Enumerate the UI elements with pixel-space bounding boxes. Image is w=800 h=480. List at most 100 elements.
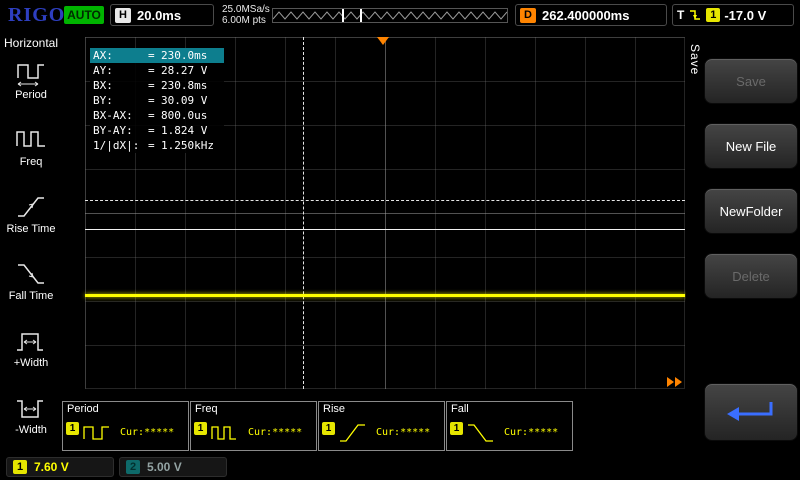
cursor-value: 1.250kHz bbox=[161, 138, 214, 153]
freq-waveform-icon bbox=[210, 420, 240, 446]
memory-depth: 6.00M pts bbox=[222, 15, 270, 26]
delay-value: 262.400000ms bbox=[542, 8, 629, 23]
sidebar-title: Horizontal bbox=[0, 30, 62, 50]
channel1-badge: 1 bbox=[13, 460, 27, 474]
cursor-row-byay: BY-AY: = 1.824 V bbox=[90, 123, 224, 138]
cursor-value: 230.0ms bbox=[161, 48, 207, 63]
sidebar-item-period[interactable]: Period bbox=[0, 58, 62, 101]
sidebar-item-label: Fall Time bbox=[0, 290, 62, 302]
cursor-value: 30.09 V bbox=[161, 93, 207, 108]
cursor-line-ax-bx[interactable] bbox=[303, 37, 304, 389]
cursor-row-ay: AY: = 28.27 V bbox=[90, 63, 224, 78]
measurement-title: Rise bbox=[323, 403, 345, 415]
sidebar-item-freq[interactable]: Freq bbox=[0, 125, 62, 168]
measurement-panel-period: Period 1 Cur:***** Avg:***** Max:***** M… bbox=[62, 401, 189, 451]
sidebar-item-label: Freq bbox=[0, 156, 62, 168]
equals-sign: = bbox=[148, 48, 161, 63]
cursor-row-bx: BX: = 230.8ms bbox=[90, 78, 224, 93]
grid-center-horizontal bbox=[85, 213, 685, 214]
channel-status-bar: 1 7.60 V 2 5.00 V bbox=[0, 455, 800, 480]
trigger-level-offscreen-indicator bbox=[667, 377, 682, 387]
equals-sign: = bbox=[148, 108, 161, 123]
run-status-badge: AUTO bbox=[64, 6, 104, 24]
sidebar-item-label: Rise Time bbox=[0, 223, 62, 235]
fall-time-icon bbox=[14, 259, 48, 289]
sidebar-item-label: Period bbox=[0, 89, 62, 101]
rise-time-icon bbox=[14, 192, 48, 222]
channel2-scale: 5.00 V bbox=[147, 460, 182, 474]
equals-sign: = bbox=[148, 78, 161, 93]
acquisition-info: 25.0MSa/s 6.00M pts bbox=[222, 4, 270, 26]
trigger-t-label: T bbox=[677, 8, 684, 22]
new-folder-button[interactable]: NewFolder bbox=[704, 188, 798, 234]
measurement-cur: Cur:***** bbox=[120, 427, 174, 439]
trigger-position-marker[interactable] bbox=[377, 37, 389, 45]
measurement-title: Fall bbox=[451, 403, 469, 415]
minus-width-icon bbox=[14, 393, 48, 423]
plus-width-icon bbox=[14, 326, 48, 356]
cursor-label: BY-AY: bbox=[93, 123, 148, 138]
delete-button[interactable]: Delete bbox=[704, 253, 798, 299]
new-file-button[interactable]: New File bbox=[704, 123, 798, 169]
measurement-panel-fall: Fall 1 Cur:***** Avg:***** Max:***** Min… bbox=[446, 401, 573, 451]
freq-icon bbox=[14, 125, 48, 155]
measurement-title: Period bbox=[67, 403, 99, 415]
equals-sign: = bbox=[148, 93, 161, 108]
cursor-value: 28.27 V bbox=[161, 63, 207, 78]
trigger-delay-group[interactable]: D 262.400000ms bbox=[515, 4, 667, 26]
falling-edge-icon bbox=[688, 8, 702, 22]
measurement-title: Freq bbox=[195, 403, 218, 415]
period-icon bbox=[14, 58, 48, 88]
equals-sign: = bbox=[148, 138, 161, 153]
cursor-line-ay[interactable] bbox=[85, 200, 685, 201]
cursor-label: BY: bbox=[93, 93, 148, 108]
cursor-label: BX: bbox=[93, 78, 148, 93]
measurement-readout-row: Period 1 Cur:***** Avg:***** Max:***** M… bbox=[62, 401, 574, 451]
trigger-status-group[interactable]: T 1 -17.0 V bbox=[672, 4, 794, 26]
cursor-label: 1/|dX|: bbox=[93, 138, 148, 153]
cursor-measurement-box: AX: = 230.0ms AY: = 28.27 V BX: = 230.8m… bbox=[90, 48, 224, 153]
return-arrow-icon bbox=[723, 398, 779, 426]
menu-tab-save: Save bbox=[688, 44, 702, 75]
cursor-value: 800.0us bbox=[161, 108, 207, 123]
channel1-status[interactable]: 1 7.60 V bbox=[6, 457, 114, 477]
save-button[interactable]: Save bbox=[704, 58, 798, 104]
equals-sign: = bbox=[148, 123, 161, 138]
waveform-display-area: AX: = 230.0ms AY: = 28.27 V BX: = 230.8m… bbox=[85, 37, 685, 389]
fall-waveform-icon bbox=[466, 420, 496, 446]
delay-d-badge: D bbox=[520, 8, 536, 23]
return-button[interactable] bbox=[704, 383, 798, 441]
memory-waveform-icon bbox=[273, 9, 507, 22]
measurement-cur: Cur:***** bbox=[376, 427, 430, 439]
channel-badge: 1 bbox=[66, 422, 79, 435]
channel1-trace bbox=[85, 294, 685, 297]
sidebar-item-rise-time[interactable]: Rise Time bbox=[0, 192, 62, 235]
sidebar-item-label: +Width bbox=[0, 357, 62, 369]
cursor-line-by[interactable] bbox=[85, 229, 685, 230]
channel-badge: 1 bbox=[450, 422, 463, 435]
measure-sidebar: Horizontal Period Freq Rise Time bbox=[0, 30, 62, 455]
sidebar-item-label: -Width bbox=[0, 424, 62, 436]
channel1-scale: 7.60 V bbox=[34, 460, 69, 474]
trigger-level-value: -17.0 V bbox=[724, 8, 766, 23]
cursor-row-inv-dx: 1/|dX|: = 1.250kHz bbox=[90, 138, 224, 153]
timebase-value: 20.0ms bbox=[137, 8, 181, 23]
sidebar-item-fall-time[interactable]: Fall Time bbox=[0, 259, 62, 302]
oscilloscope-screen: RIGOL AUTO H 20.0ms 25.0MSa/s 6.00M pts … bbox=[0, 0, 800, 480]
measurement-panel-freq: Freq 1 Cur:***** Avg:***** Max:***** Min… bbox=[190, 401, 317, 451]
channel2-status[interactable]: 2 5.00 V bbox=[119, 457, 227, 477]
period-waveform-icon bbox=[82, 420, 112, 446]
cursor-label: BX-AX: bbox=[93, 108, 148, 123]
measurement-cur: Cur:***** bbox=[248, 427, 302, 439]
horizontal-timebase-group[interactable]: H 20.0ms bbox=[110, 4, 214, 26]
cursor-label: AY: bbox=[93, 63, 148, 78]
channel-badge: 1 bbox=[194, 422, 207, 435]
cursor-label: AX: bbox=[93, 48, 148, 63]
channel-badge: 1 bbox=[322, 422, 335, 435]
sidebar-item-pos-width[interactable]: +Width bbox=[0, 326, 62, 369]
equals-sign: = bbox=[148, 63, 161, 78]
horizontal-h-badge: H bbox=[115, 8, 131, 23]
rise-waveform-icon bbox=[338, 420, 368, 446]
cursor-row-ax: AX: = 230.0ms bbox=[90, 48, 224, 63]
sidebar-item-neg-width[interactable]: -Width bbox=[0, 393, 62, 436]
